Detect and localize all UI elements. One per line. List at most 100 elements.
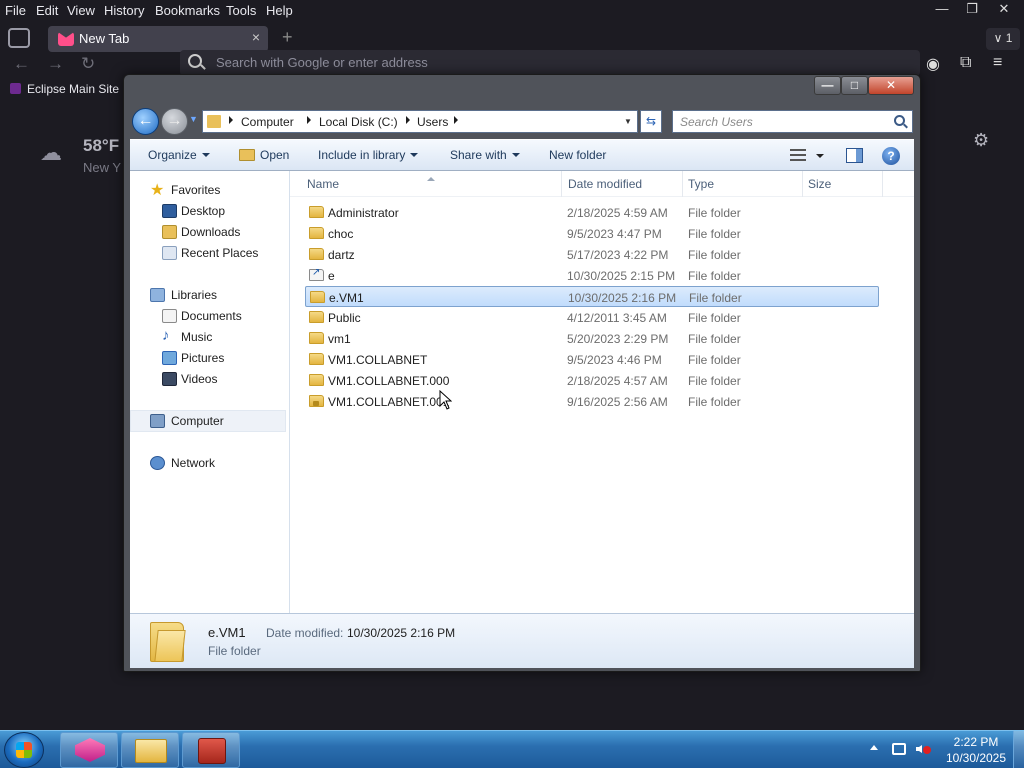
column-name[interactable]: Name — [307, 177, 339, 191]
file-type: File folder — [688, 311, 741, 325]
address-bar[interactable]: Computer Local Disk (C:) Users ▼ — [202, 110, 638, 133]
view-options-chevron-icon[interactable] — [816, 154, 824, 158]
file-name: VM1.COLLABNET.001 — [328, 395, 450, 409]
file-type: File folder — [688, 395, 741, 409]
network-tray-icon[interactable] — [892, 743, 906, 755]
browser-app-icon — [75, 738, 105, 762]
file-row[interactable]: Administrator 2/18/2025 4:59 AM File folde… — [305, 202, 879, 223]
file-date-modified: 9/16/2025 2:56 AM — [567, 395, 668, 409]
details-date-value: 10/30/2025 2:16 PM — [347, 626, 456, 640]
explorer-maximize-button[interactable]: □ — [841, 76, 868, 95]
file-name: VM1.COLLABNET — [328, 353, 428, 367]
forward-button[interactable]: → — [161, 108, 188, 135]
taskbar-explorer-button[interactable] — [121, 732, 179, 768]
menu-help[interactable]: Help — [266, 3, 293, 18]
show-desktop-button[interactable] — [1013, 731, 1024, 768]
breadcrumb-separator-icon[interactable] — [229, 116, 233, 124]
menu-edit[interactable]: Edit — [36, 3, 58, 18]
breadcrumb-separator-icon[interactable] — [406, 116, 410, 124]
file-row[interactable]: Public 4/12/2011 3:45 AM File folder — [305, 307, 879, 328]
column-date-modified[interactable]: Date modified — [568, 177, 642, 191]
reload-icon[interactable]: ↻ — [81, 54, 95, 74]
back-arrow-icon[interactable]: ← — [13, 54, 30, 74]
file-row[interactable]: dartz 5/17/2023 4:22 PM File folder — [305, 244, 879, 265]
column-divider[interactable] — [682, 171, 683, 197]
nav-videos-label: Videos — [181, 372, 218, 386]
breadcrumb-computer[interactable]: Computer — [241, 115, 294, 129]
nav-computer-label: Computer — [171, 414, 224, 428]
rain-cloud-icon: ☁ — [40, 140, 62, 165]
help-icon[interactable]: ? — [882, 147, 900, 165]
column-divider[interactable] — [561, 171, 562, 197]
taskbar-browser-button[interactable] — [60, 732, 118, 768]
gear-icon[interactable]: ⚙ — [973, 130, 989, 151]
back-button[interactable]: ← — [132, 108, 159, 135]
column-divider[interactable] — [802, 171, 803, 197]
menu-file[interactable]: File — [5, 3, 26, 18]
volume-muted-icon[interactable] — [916, 742, 931, 756]
organize-button[interactable]: Organize — [148, 148, 210, 162]
menu-bookmarks[interactable]: Bookmarks — [155, 3, 220, 18]
system-clock[interactable]: 2:22 PM 10/30/2025 — [938, 734, 1014, 766]
menu-history[interactable]: History — [104, 3, 144, 18]
breadcrumb-separator-icon[interactable] — [454, 116, 458, 124]
pictures-icon — [162, 351, 177, 365]
extensions-icon[interactable]: ⧉ — [960, 54, 971, 72]
browser-close-button[interactable]: ✕ — [990, 1, 1018, 17]
details-item-type: File folder — [208, 644, 261, 658]
folder-icon — [309, 227, 324, 239]
forward-arrow-icon[interactable]: → — [47, 54, 64, 74]
url-bar[interactable]: Search with Google or enter address — [180, 50, 920, 76]
new-tab-plus-icon[interactable]: + — [282, 27, 293, 48]
tab-list-icon[interactable] — [8, 28, 30, 48]
tab-favicon-icon — [58, 32, 74, 46]
open-button[interactable]: Open — [260, 148, 289, 162]
search-icon[interactable] — [894, 115, 905, 126]
breadcrumb-local-disk[interactable]: Local Disk (C:) — [319, 115, 398, 129]
file-row[interactable]: e 10/30/2025 2:15 PM File folder — [305, 265, 879, 286]
large-folder-icon — [150, 622, 186, 662]
menu-tools[interactable]: Tools — [226, 3, 256, 18]
tab-overflow-button[interactable]: ∨ 1 — [986, 28, 1020, 50]
file-row[interactable]: choc 9/5/2023 4:47 PM File folder — [305, 223, 879, 244]
taskbar-toolbox-button[interactable] — [182, 732, 240, 768]
new-folder-button[interactable]: New folder — [549, 148, 606, 162]
file-row[interactable]: vm1 5/20/2023 2:29 PM File folder — [305, 328, 879, 349]
search-input[interactable]: Search Users — [672, 110, 913, 133]
bookmark-eclipse[interactable]: Eclipse Main Site — [27, 82, 119, 96]
file-row[interactable]: VM1.COLLABNET 9/5/2023 4:46 PM File folder — [305, 349, 879, 370]
breadcrumb-users[interactable]: Users — [417, 115, 448, 129]
browser-restore-button[interactable]: ❐ — [958, 1, 986, 17]
recent-pages-dropdown[interactable]: ▼ — [189, 114, 198, 124]
column-type[interactable]: Type — [688, 177, 714, 191]
recent-places-icon — [162, 246, 177, 260]
browser-window-buttons: — ❐ ✕ — [928, 0, 1024, 20]
menu-view[interactable]: View — [67, 3, 95, 18]
nav-downloads-label: Downloads — [181, 225, 241, 239]
taskbar: 2:22 PM 10/30/2025 — [0, 730, 1024, 768]
preview-pane-icon[interactable] — [846, 148, 863, 163]
hamburger-menu-icon[interactable]: ≡ — [993, 54, 1002, 72]
nav-favorites-label: Favorites — [171, 183, 221, 197]
include-in-library-button[interactable]: Include in library — [318, 148, 419, 162]
start-button[interactable] — [4, 732, 44, 768]
show-hidden-icons-icon[interactable] — [870, 745, 878, 750]
file-row[interactable]: VM1.COLLABNET.000 2/18/2025 4:57 AM File f… — [305, 370, 879, 391]
browser-minimize-button[interactable]: — — [928, 1, 956, 16]
tab-close-icon[interactable]: × — [252, 29, 260, 45]
tab-new-tab[interactable]: New Tab × — [48, 26, 268, 52]
libraries-icon — [150, 288, 165, 302]
chevron-down-icon — [410, 153, 419, 157]
account-icon[interactable]: ◉ — [926, 54, 940, 74]
column-size[interactable]: Size — [808, 177, 831, 191]
explorer-minimize-button[interactable]: — — [814, 76, 841, 95]
file-row[interactable]: e.VM1 10/30/2025 2:16 PM File folder — [305, 286, 879, 307]
address-history-dropdown[interactable]: ▼ — [619, 111, 637, 132]
share-with-button[interactable]: Share with — [450, 148, 520, 162]
breadcrumb-separator-icon[interactable] — [307, 116, 311, 124]
column-divider[interactable] — [882, 171, 883, 197]
change-view-icon[interactable] — [790, 149, 806, 161]
refresh-button[interactable]: ⇆ — [640, 110, 662, 133]
file-row[interactable]: VM1.COLLABNET.001 9/16/2025 2:56 AM File f… — [305, 391, 879, 412]
explorer-close-button[interactable]: ✕ — [868, 76, 914, 95]
